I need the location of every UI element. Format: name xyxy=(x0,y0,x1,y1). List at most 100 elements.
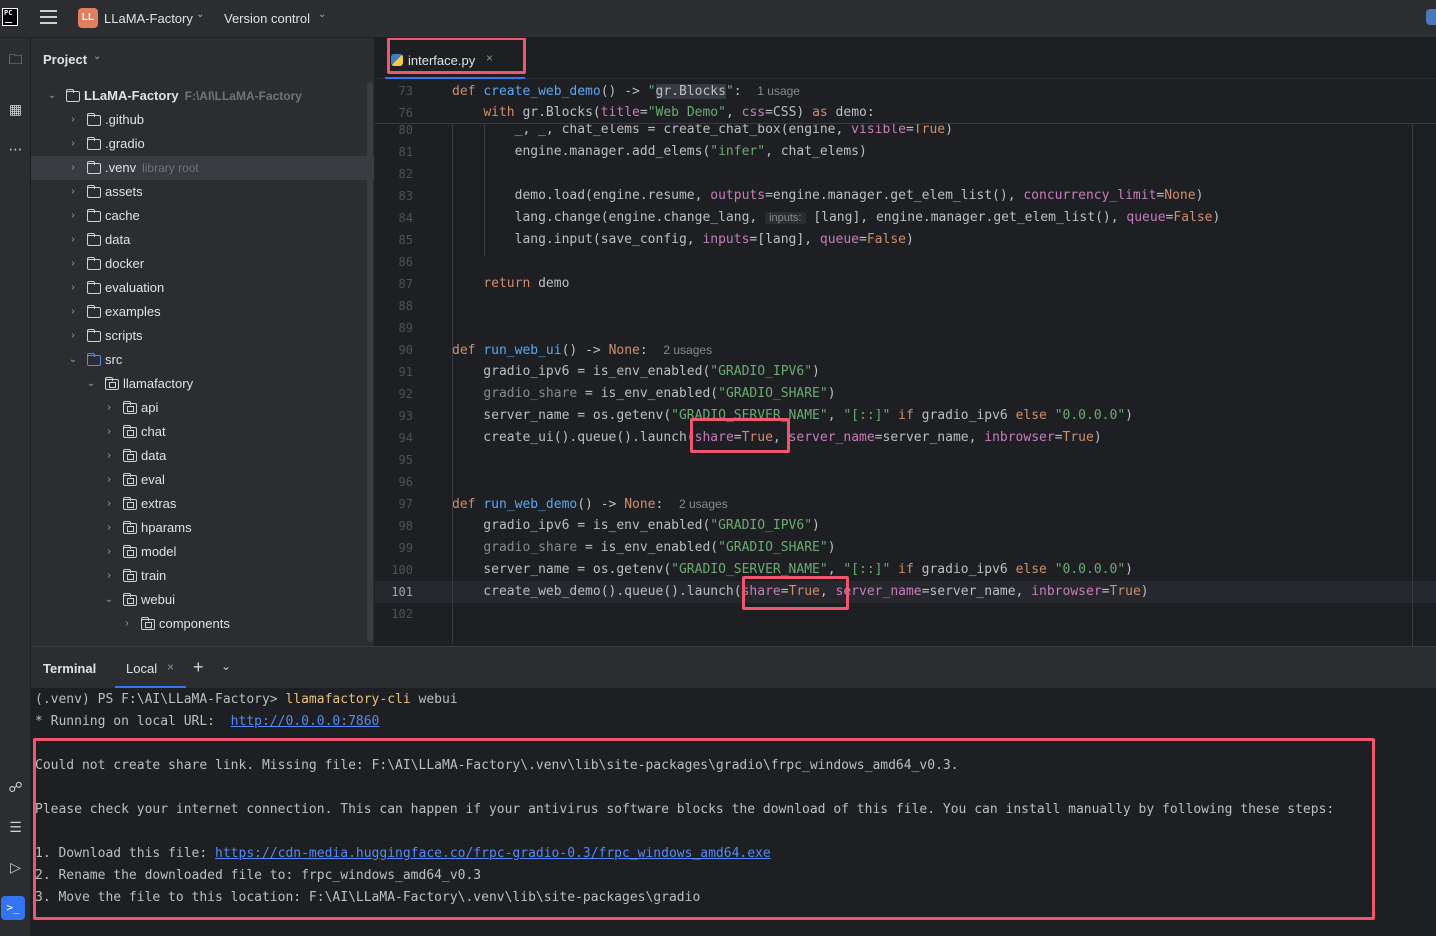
tree-item-eval[interactable]: › eval xyxy=(31,468,374,492)
chevron-down-icon[interactable]: ⌄ xyxy=(67,348,79,372)
tree-item-hparams[interactable]: › hparams xyxy=(31,516,374,540)
chevron-right-icon[interactable]: › xyxy=(121,612,133,636)
tree-item-cache[interactable]: › cache xyxy=(31,204,374,228)
line-number[interactable]: 102 xyxy=(375,603,413,625)
line-number[interactable]: 87 xyxy=(375,273,413,295)
chevron-down-icon[interactable]: ⌄ xyxy=(46,84,58,108)
tree-item-docker[interactable]: › docker xyxy=(31,252,374,276)
line-number[interactable]: 101 xyxy=(375,581,413,603)
tree-item-src[interactable]: ⌄ src xyxy=(31,348,374,372)
run-icon[interactable]: ▷ xyxy=(0,854,31,880)
tree-item-data[interactable]: › data xyxy=(31,444,374,468)
code-line[interactable]: 90 def run_web_ui() -> None: 2 usages xyxy=(375,339,1436,361)
chevron-right-icon[interactable]: › xyxy=(67,276,79,300)
tree-item-llamafactory[interactable]: ⌄ llamafactory xyxy=(31,372,374,396)
code-line[interactable]: 76 with gr.Blocks(title="Web Demo", css=… xyxy=(375,102,1436,124)
more-tools-icon[interactable]: ⋯ xyxy=(0,136,31,162)
chevron-right-icon[interactable]: › xyxy=(103,420,115,444)
line-number[interactable]: 97 xyxy=(375,493,413,515)
chevron-right-icon[interactable]: › xyxy=(103,492,115,516)
python-interpreter-icon[interactable] xyxy=(1426,9,1436,25)
tree-item-extras[interactable]: › extras xyxy=(31,492,374,516)
chevron-right-icon[interactable]: › xyxy=(103,540,115,564)
line-number[interactable]: 83 xyxy=(375,185,413,207)
chevron-down-icon[interactable]: ⌄ xyxy=(318,9,326,20)
tree-item-gradio[interactable]: › .gradio xyxy=(31,132,374,156)
chevron-right-icon[interactable]: › xyxy=(67,300,79,324)
tree-item-data[interactable]: › data xyxy=(31,228,374,252)
chevron-right-icon[interactable]: › xyxy=(67,228,79,252)
chevron-right-icon[interactable]: › xyxy=(67,156,79,180)
chevron-right-icon[interactable]: › xyxy=(103,396,115,420)
project-selector[interactable]: LLaMA-Factory xyxy=(104,11,193,26)
python-packages-icon[interactable]: ☍ xyxy=(0,774,31,800)
line-number[interactable]: 92 xyxy=(375,383,413,405)
code-line[interactable]: 91 gradio_ipv6 = is_env_enabled("GRADIO_… xyxy=(375,361,1436,383)
tab-local[interactable]: Local × xyxy=(115,647,186,688)
code-line[interactable]: 82 xyxy=(375,163,1436,185)
code-line[interactable]: 89 xyxy=(375,317,1436,339)
code-line[interactable]: 100 server_name = os.getenv("GRADIO_SERV… xyxy=(375,559,1436,581)
line-number[interactable]: 96 xyxy=(375,471,413,493)
folder-icon[interactable]: 🗀 xyxy=(0,46,31,72)
line-number[interactable]: 95 xyxy=(375,449,413,471)
code-line[interactable]: 86 xyxy=(375,251,1436,273)
tree-item-api[interactable]: › api xyxy=(31,396,374,420)
code-line[interactable]: 102 xyxy=(375,603,1436,625)
project-badge[interactable]: LL xyxy=(78,8,98,28)
code-line[interactable]: 83 demo.load(engine.resume, outputs=engi… xyxy=(375,185,1436,207)
line-number[interactable]: 99 xyxy=(375,537,413,559)
chevron-down-icon[interactable]: ⌄ xyxy=(103,588,115,612)
code-line[interactable]: 101 create_web_demo().queue().launch(sha… xyxy=(375,581,1436,603)
project-panel-title[interactable]: Project xyxy=(43,52,87,67)
code-line[interactable]: 98 gradio_ipv6 = is_env_enabled("GRADIO_… xyxy=(375,515,1436,537)
line-number[interactable]: 98 xyxy=(375,515,413,537)
line-number[interactable]: 76 xyxy=(375,102,413,124)
chevron-right-icon[interactable]: › xyxy=(67,324,79,348)
chevron-right-icon[interactable]: › xyxy=(103,444,115,468)
local-url-link[interactable]: http://0.0.0.0:7860 xyxy=(231,714,380,729)
tree-item-evaluation[interactable]: › evaluation xyxy=(31,276,374,300)
pycharm-logo-icon[interactable]: PC xyxy=(2,8,18,26)
plus-icon[interactable]: + xyxy=(193,657,204,678)
code-line[interactable]: 88 xyxy=(375,295,1436,317)
tree-item-github[interactable]: › .github xyxy=(31,108,374,132)
main-menu-icon[interactable] xyxy=(40,10,57,24)
tree-item-chat[interactable]: › chat xyxy=(31,420,374,444)
code-line[interactable]: 85 lang.input(save_config, inputs=[lang]… xyxy=(375,229,1436,251)
code-line[interactable]: 84 lang.change(engine.change_lang, input… xyxy=(375,207,1436,229)
chevron-right-icon[interactable]: › xyxy=(67,132,79,156)
terminal-prompt-line[interactable]: (.venv) PS F:\AI\LLaMA-Factory> llamafac… xyxy=(35,689,458,711)
tree-item-webui[interactable]: ⌄ webui xyxy=(31,588,374,612)
tree-item-components[interactable]: › components xyxy=(31,612,374,636)
line-number[interactable]: 100 xyxy=(375,559,413,581)
code-line[interactable]: 95 xyxy=(375,449,1436,471)
tree-item-assets[interactable]: › assets xyxy=(31,180,374,204)
line-number[interactable]: 94 xyxy=(375,427,413,449)
line-number[interactable]: 93 xyxy=(375,405,413,427)
line-number[interactable]: 85 xyxy=(375,229,413,251)
chevron-right-icon[interactable]: › xyxy=(67,252,79,276)
code-line[interactable]: 87 return demo xyxy=(375,273,1436,295)
line-number[interactable]: 82 xyxy=(375,163,413,185)
chevron-right-icon[interactable]: › xyxy=(67,204,79,228)
tree-item-scripts[interactable]: › scripts xyxy=(31,324,374,348)
line-number[interactable]: 81 xyxy=(375,141,413,163)
chevron-down-icon[interactable]: ⌄ xyxy=(221,659,231,673)
line-number[interactable]: 88 xyxy=(375,295,413,317)
code-line[interactable]: 97 def run_web_demo() -> None: 2 usages xyxy=(375,493,1436,515)
line-number[interactable]: 89 xyxy=(375,317,413,339)
code-line[interactable]: 92 gradio_share = is_env_enabled("GRADIO… xyxy=(375,383,1436,405)
code-line[interactable]: 93 server_name = os.getenv("GRADIO_SERVE… xyxy=(375,405,1436,427)
code-area[interactable]: 73 def create_web_demo() -> "gr.Blocks": … xyxy=(375,80,1436,646)
chevron-down-icon[interactable]: ⌄ xyxy=(93,51,101,62)
close-icon[interactable]: × xyxy=(167,660,174,674)
line-number[interactable]: 84 xyxy=(375,207,413,229)
tree-item-model[interactable]: › model xyxy=(31,540,374,564)
structure-icon[interactable]: ▦ xyxy=(0,96,31,122)
line-number[interactable]: 86 xyxy=(375,251,413,273)
code-line[interactable]: 96 xyxy=(375,471,1436,493)
scrollbar[interactable] xyxy=(367,82,373,642)
code-line[interactable]: 94 create_ui().queue().launch(share=True… xyxy=(375,427,1436,449)
line-number[interactable]: 90 xyxy=(375,339,413,361)
